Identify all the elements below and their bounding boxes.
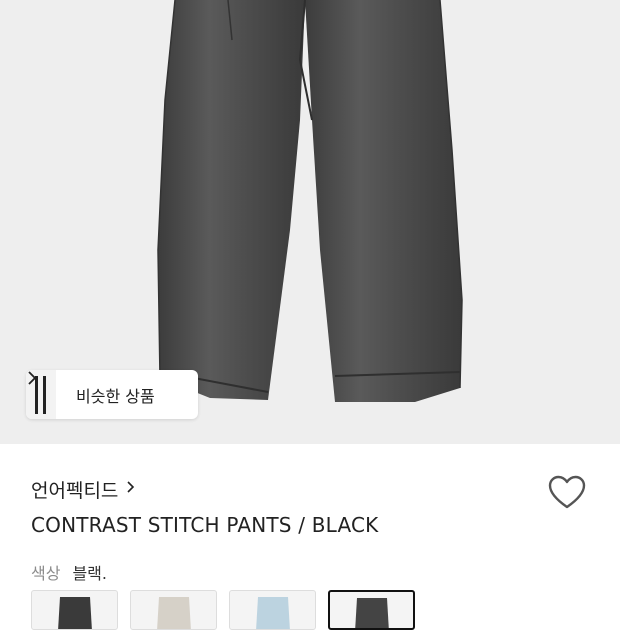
brand-name: 언어펙티드 xyxy=(31,480,119,502)
color-swatch-black-1[interactable] xyxy=(31,590,118,630)
color-label: 색상 xyxy=(31,564,61,583)
similar-products-label: 비슷한 상품 xyxy=(76,386,155,406)
color-value: 블랙. xyxy=(72,564,107,583)
color-option-row: 색상 블랙. xyxy=(31,560,107,584)
product-title: CONTRAST STITCH PANTS / BLACK xyxy=(31,513,379,537)
product-image[interactable]: 비슷한 상품 xyxy=(0,0,620,444)
color-swatch-black-selected[interactable] xyxy=(328,590,415,630)
chevron-right-icon xyxy=(126,479,136,500)
similar-products-button[interactable]: 비슷한 상품 xyxy=(26,370,198,419)
color-swatch-ivory[interactable] xyxy=(130,590,217,630)
color-swatch-light-blue[interactable] xyxy=(229,590,316,630)
color-swatches xyxy=(31,590,427,630)
brand-link[interactable]: 언어펙티드 xyxy=(31,476,136,503)
wishlist-button[interactable] xyxy=(548,475,586,511)
heart-outline-icon xyxy=(548,475,586,509)
